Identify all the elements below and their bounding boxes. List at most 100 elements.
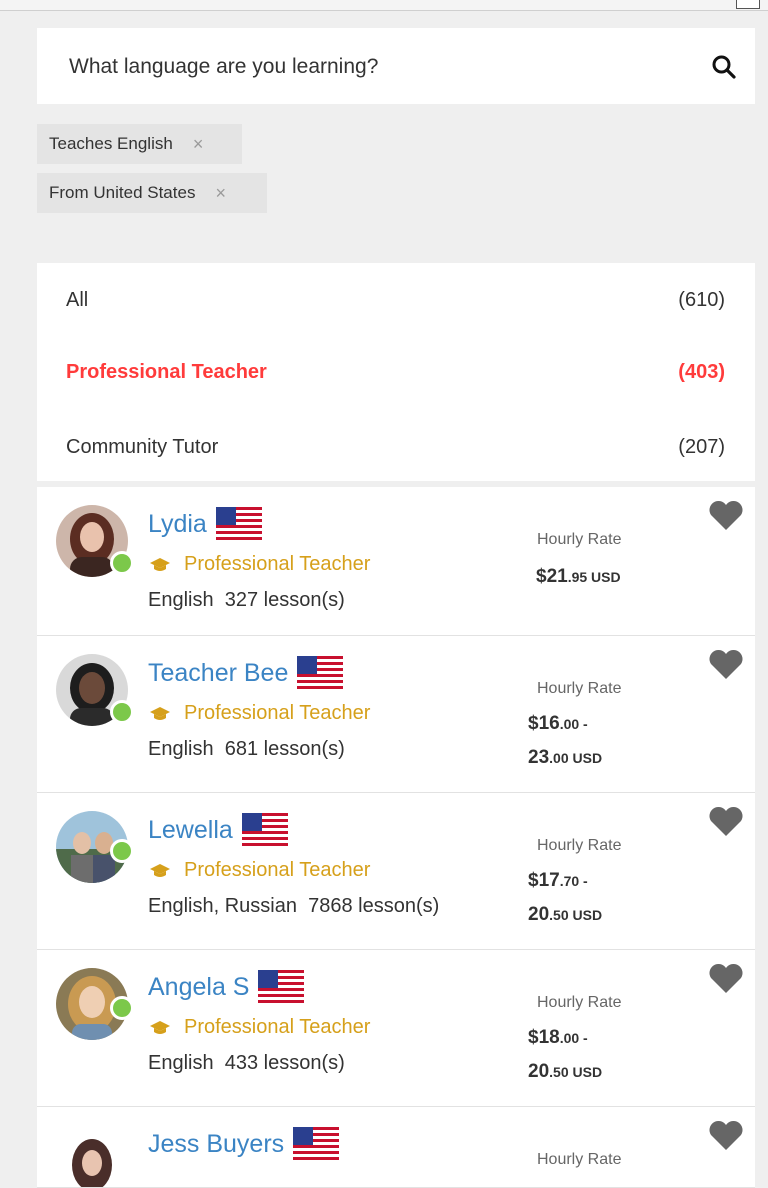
- chip-label: From United States: [49, 183, 196, 202]
- filter-label: Community Tutor: [66, 435, 219, 458]
- category-filter: All (610) Professional Teacher (403) Com…: [37, 263, 755, 481]
- rate-label: Hourly Rate: [537, 837, 622, 854]
- professional-badge: Professional Teacher: [150, 702, 370, 725]
- favorite-heart-icon[interactable]: [708, 805, 744, 837]
- teacher-name[interactable]: Jess Buyers: [148, 1127, 340, 1161]
- top-bar: [0, 0, 768, 11]
- teacher-name-text: Jess Buyers: [148, 1129, 285, 1158]
- price-cents: .95 USD: [567, 569, 621, 585]
- price-cents: .50 USD: [549, 1064, 603, 1080]
- price-cents: .70 -: [559, 873, 588, 889]
- teacher-name[interactable]: Lewella: [148, 813, 288, 847]
- price-main: 20: [528, 904, 550, 925]
- filter-chip-teaches[interactable]: Teaches English ×: [37, 124, 242, 164]
- filter-professional[interactable]: Professional Teacher (403): [66, 357, 725, 387]
- close-icon[interactable]: ×: [193, 135, 204, 153]
- hourly-price-max: 20.50 USD: [528, 904, 602, 926]
- favorite-heart-icon[interactable]: [708, 1119, 744, 1151]
- us-flag-icon: [215, 507, 262, 541]
- teacher-name-text: Angela S: [148, 972, 250, 1001]
- lesson-count: 327 lesson(s): [224, 589, 345, 611]
- lesson-count: 7868 lesson(s): [308, 895, 440, 917]
- rate-label: Hourly Rate: [537, 1151, 622, 1168]
- teacher-list: Lydia Professional Teacher English 327 l…: [37, 487, 755, 1188]
- online-status: [110, 996, 134, 1020]
- filter-count: (610): [678, 288, 725, 311]
- filter-all[interactable]: All (610): [66, 285, 725, 315]
- teacher-card[interactable]: Lydia Professional Teacher English 327 l…: [37, 487, 755, 636]
- favorite-heart-icon[interactable]: [708, 499, 744, 531]
- online-status: [110, 700, 134, 724]
- teacher-name[interactable]: Teacher Bee: [148, 656, 344, 690]
- price-main: $16: [528, 713, 560, 734]
- lesson-count: 433 lesson(s): [224, 1052, 345, 1074]
- professional-badge: Professional Teacher: [150, 859, 370, 882]
- favorite-heart-icon[interactable]: [708, 648, 744, 680]
- filter-chip-country[interactable]: From United States ×: [37, 173, 267, 213]
- filter-count: (403): [678, 360, 725, 383]
- languages-text: English: [148, 1052, 214, 1074]
- hourly-price: $16.00 -: [528, 713, 588, 735]
- teacher-languages: English, Russian 7868 lesson(s): [148, 895, 439, 918]
- close-icon[interactable]: ×: [215, 184, 226, 202]
- favorite-heart-icon[interactable]: [708, 962, 744, 994]
- price-main: $21: [536, 566, 568, 587]
- teacher-card[interactable]: Lewella Professional Teacher English, Ru…: [37, 793, 755, 950]
- rate-label: Hourly Rate: [537, 680, 622, 697]
- us-flag-icon: [258, 970, 305, 1004]
- price-cents: .00 -: [559, 716, 588, 732]
- us-flag-icon: [297, 656, 344, 690]
- badge-label: Professional Teacher: [184, 702, 371, 724]
- graduation-cap-icon: [150, 706, 170, 720]
- badge-label: Professional Teacher: [184, 859, 371, 881]
- graduation-cap-icon: [150, 557, 170, 571]
- teacher-card[interactable]: Angela S Professional Teacher English 43…: [37, 950, 755, 1107]
- search-box: [37, 28, 755, 104]
- professional-badge: Professional Teacher: [150, 553, 370, 576]
- rate-label: Hourly Rate: [537, 531, 622, 548]
- badge-label: Professional Teacher: [184, 1016, 371, 1038]
- languages-text: English, Russian: [148, 895, 297, 917]
- online-status: [110, 551, 134, 575]
- filter-count: (207): [678, 435, 725, 458]
- price-cents: .50 USD: [549, 907, 603, 923]
- online-status: [110, 839, 134, 863]
- price-main: $17: [528, 870, 560, 891]
- search-icon[interactable]: [711, 54, 737, 80]
- teacher-card[interactable]: Teacher Bee Professional Teacher English…: [37, 636, 755, 793]
- avatar[interactable]: [56, 1125, 128, 1187]
- professional-badge: Professional Teacher: [150, 1016, 370, 1039]
- filter-label: Professional Teacher: [66, 360, 267, 383]
- teacher-name-text: Lydia: [148, 509, 207, 538]
- chip-label: Teaches English: [49, 134, 173, 153]
- teacher-languages: English 433 lesson(s): [148, 1052, 345, 1075]
- price-cents: .00 USD: [549, 750, 603, 766]
- hourly-price: $18.00 -: [528, 1027, 588, 1049]
- hourly-price-max: 20.50 USD: [528, 1061, 602, 1083]
- price-main: $18: [528, 1027, 560, 1048]
- window-corner-icon: [736, 0, 760, 9]
- us-flag-icon: [293, 1127, 340, 1161]
- rate-label: Hourly Rate: [537, 994, 622, 1011]
- filter-community[interactable]: Community Tutor (207): [66, 432, 725, 462]
- hourly-price-max: 23.00 USD: [528, 747, 602, 769]
- search-input[interactable]: [67, 48, 671, 86]
- teacher-name[interactable]: Angela S: [148, 970, 305, 1004]
- teacher-languages: English 681 lesson(s): [148, 738, 345, 761]
- hourly-price: $17.70 -: [528, 870, 588, 892]
- lesson-count: 681 lesson(s): [224, 738, 345, 760]
- teacher-card[interactable]: Jess Buyers Hourly Rate: [37, 1107, 755, 1188]
- teacher-languages: English 327 lesson(s): [148, 589, 345, 612]
- teacher-name-text: Teacher Bee: [148, 658, 289, 687]
- price-main: 23: [528, 747, 550, 768]
- languages-text: English: [148, 589, 214, 611]
- teacher-name[interactable]: Lydia: [148, 507, 262, 541]
- price-cents: .00 -: [559, 1030, 588, 1046]
- graduation-cap-icon: [150, 863, 170, 877]
- graduation-cap-icon: [150, 1020, 170, 1034]
- us-flag-icon: [241, 813, 288, 847]
- hourly-price: $21.95 USD: [536, 566, 621, 588]
- languages-text: English: [148, 738, 214, 760]
- filter-label: All: [66, 288, 89, 311]
- badge-label: Professional Teacher: [184, 553, 371, 575]
